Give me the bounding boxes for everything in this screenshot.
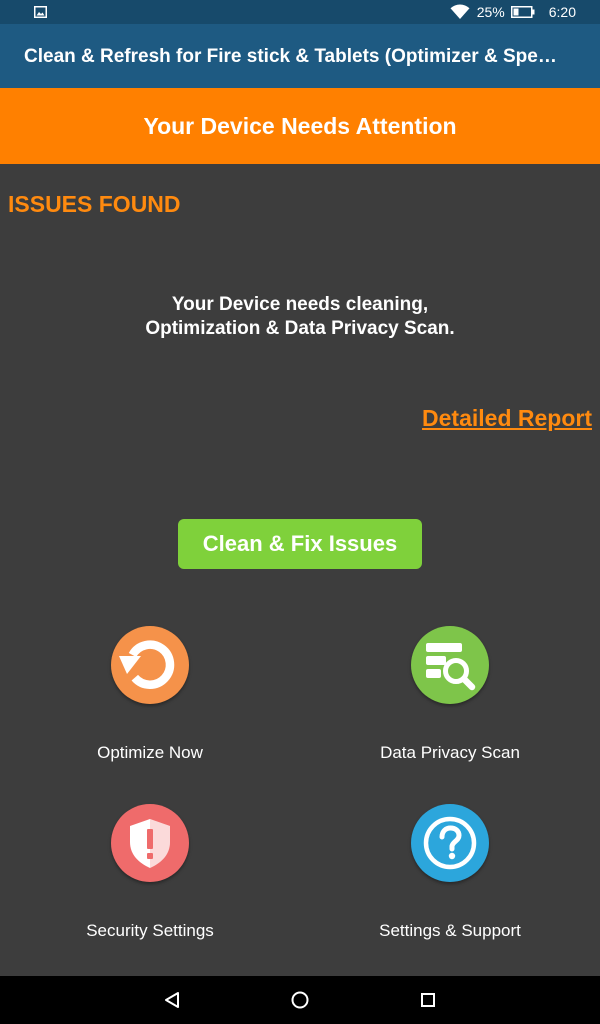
- optimize-now-tile[interactable]: Optimize Now: [0, 626, 300, 796]
- back-triangle-icon: [165, 992, 179, 1008]
- data-privacy-scan-tile[interactable]: Data Privacy Scan: [300, 626, 600, 796]
- detailed-report-link[interactable]: Detailed Report: [422, 405, 592, 432]
- screen: 25% 6:20 Clean & Refresh for Fire stick …: [0, 0, 600, 1024]
- back-button[interactable]: [160, 988, 184, 1012]
- battery-icon: [510, 6, 535, 18]
- app-title: Clean & Refresh for Fire stick & Tablets…: [24, 46, 564, 67]
- data-privacy-scan-label: Data Privacy Scan: [380, 743, 520, 762]
- question-icon: [411, 804, 489, 882]
- shield-alert-icon: [111, 804, 189, 882]
- app-bar: Clean & Refresh for Fire stick & Tablets…: [0, 24, 600, 88]
- security-settings-label: Security Settings: [86, 921, 214, 940]
- status-indicators: 25% 6:20: [450, 3, 576, 21]
- recents-button[interactable]: [416, 988, 440, 1012]
- navigation-bar: [0, 976, 600, 1024]
- battery-percent: 25%: [476, 4, 505, 20]
- image-icon: [34, 6, 47, 18]
- home-circle-icon: [291, 991, 309, 1009]
- status-bar: 25% 6:20: [0, 0, 600, 24]
- issue-message: Your Device needs cleaning, Optimization…: [0, 293, 600, 341]
- data-search-icon: [411, 626, 489, 704]
- optimize-now-label: Optimize Now: [97, 743, 203, 762]
- clock: 6:20: [548, 4, 576, 20]
- settings-support-tile[interactable]: Settings & Support: [300, 804, 600, 974]
- issue-message-line-2: Optimization & Data Privacy Scan.: [145, 318, 455, 339]
- issues-found-heading: ISSUES FOUND: [8, 191, 181, 217]
- recents-square-icon: [421, 993, 435, 1007]
- home-button[interactable]: [288, 988, 312, 1012]
- security-settings-tile[interactable]: Security Settings: [0, 804, 300, 974]
- issue-message-line-1: Your Device needs cleaning,: [171, 294, 429, 315]
- attention-banner: Your Device Needs Attention: [0, 88, 600, 164]
- settings-support-label: Settings & Support: [379, 921, 521, 940]
- wifi-icon: [450, 4, 470, 20]
- refresh-icon: [111, 626, 189, 704]
- clean-fix-issues-button[interactable]: Clean & Fix Issues: [178, 519, 422, 569]
